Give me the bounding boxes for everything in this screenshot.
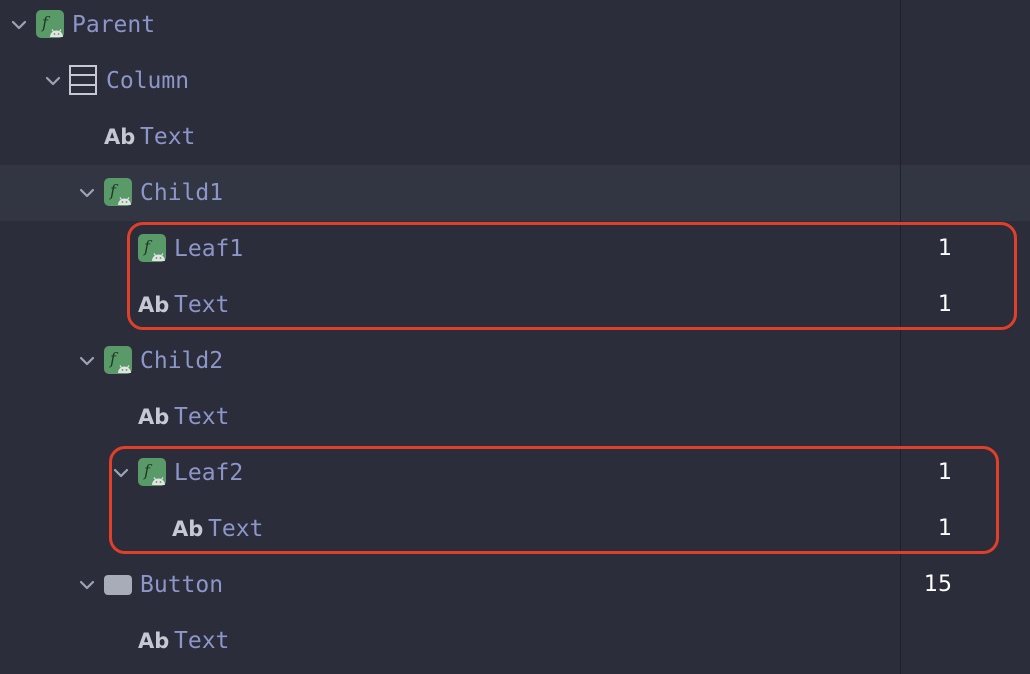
chevron-down-icon[interactable] [8,14,30,36]
highlight-box-leaf1 [127,222,1017,330]
tree-node-label: Text [140,124,196,150]
composable-icon: f [36,10,64,38]
tree-node-label: Text [174,404,230,430]
tree-row-text[interactable]: Ab Text [0,389,1030,445]
chevron-down-icon[interactable] [76,574,98,596]
composable-icon: f [104,346,132,374]
recomposition-count: 15 [924,572,952,597]
text-ab-icon: Ab [104,125,136,149]
tree-node-label: Child2 [140,348,224,374]
button-shape-icon [104,575,132,595]
highlight-box-leaf2 [109,446,999,554]
column-layout-icon [69,65,97,95]
tree-node-label: Text [174,628,230,654]
text-ab-icon: Ab [138,405,170,429]
tree-row-button[interactable]: Button 15 [0,557,1030,613]
tree-row-text[interactable]: Ab Text [0,613,1030,669]
tree-node-label: Column [106,68,190,94]
text-ab-icon: Ab [138,629,170,653]
tree-node-label: Button [140,572,224,598]
tree-row-column[interactable]: Column [0,53,1030,109]
chevron-down-icon[interactable] [42,70,64,92]
tree-row-child1[interactable]: f Child1 [0,165,1030,221]
tree-node-label: Parent [72,12,156,38]
tree-node-label: Child1 [140,180,224,206]
tree-row-parent[interactable]: f Parent [0,0,1030,53]
tree-row-text[interactable]: Ab Text [0,109,1030,165]
chevron-down-icon[interactable] [76,182,98,204]
tree-row-child2[interactable]: f Child2 [0,333,1030,389]
chevron-down-icon[interactable] [76,350,98,372]
composable-icon: f [104,178,132,206]
